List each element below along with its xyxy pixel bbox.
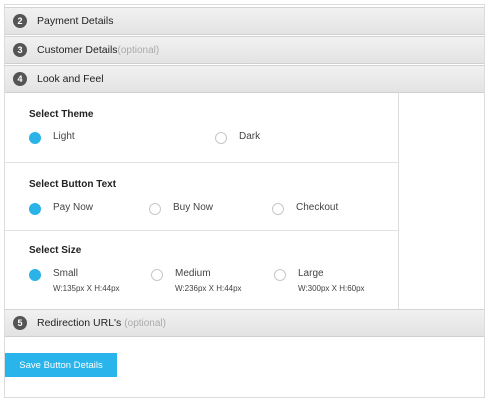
option-label: Large <box>298 268 324 279</box>
step-number-badge: 2 <box>13 14 27 28</box>
radio-icon[interactable] <box>29 269 41 281</box>
save-button-details-button[interactable]: Save Button Details <box>5 353 117 377</box>
theme-group: Select Theme Light Dark <box>5 91 399 163</box>
option-label: Small <box>53 268 79 279</box>
button-text-option-checkout[interactable]: Checkout <box>272 202 338 215</box>
group-title: Select Button Text <box>29 179 117 190</box>
section-redirection-urls[interactable]: 5 Redirection URL's (optional) <box>5 309 484 337</box>
section-title: Customer Details <box>37 44 118 56</box>
section-title: Redirection URL's <box>37 317 122 329</box>
button-text-option-pay-now[interactable]: Pay Now <box>29 202 93 215</box>
section-customer-details[interactable]: 3 Customer Details (optional) <box>5 36 484 64</box>
section-title: Look and Feel <box>37 73 104 85</box>
radio-icon[interactable] <box>151 269 163 281</box>
radio-icon[interactable] <box>215 132 227 144</box>
size-dimensions: W:135px X H:44px <box>53 284 120 293</box>
group-title: Select Theme <box>29 109 94 120</box>
option-label: Dark <box>239 131 261 142</box>
optional-label: (optional) <box>117 44 160 56</box>
option-label: Checkout <box>296 202 339 213</box>
theme-option-light[interactable]: Light <box>29 131 75 144</box>
section-look-and-feel[interactable]: 4 Look and Feel <box>5 65 484 93</box>
radio-icon[interactable] <box>272 203 284 215</box>
size-option-medium[interactable]: Medium W:236px X H:44px <box>151 268 242 293</box>
step-number-badge: 4 <box>13 72 27 86</box>
optional-label: (optional) <box>124 317 166 329</box>
section-payment-details[interactable]: 2 Payment Details <box>5 7 484 35</box>
size-group: Select Size Small W:135px X H:44px Mediu… <box>5 231 399 309</box>
look-options-column: Select Theme Light Dark Select Button Te… <box>5 91 399 309</box>
size-dimensions: W:300px X H:60px <box>298 284 365 293</box>
size-dimensions: W:236px X H:44px <box>175 284 242 293</box>
radio-icon[interactable] <box>274 269 286 281</box>
look-and-feel-body: Select Theme Light Dark Select Button Te… <box>5 91 484 309</box>
option-label: Light <box>53 131 75 142</box>
radio-icon[interactable] <box>29 132 41 144</box>
radio-icon[interactable] <box>149 203 161 215</box>
button-text-group: Select Button Text Pay Now Buy Now Check… <box>5 163 399 231</box>
size-option-large[interactable]: Large W:300px X H:60px <box>274 268 365 293</box>
step-number-badge: 5 <box>13 316 27 330</box>
step-number-badge: 3 <box>13 43 27 57</box>
theme-option-dark[interactable]: Dark <box>215 131 260 144</box>
option-label: Pay Now <box>53 202 94 213</box>
option-label: Medium <box>175 268 211 279</box>
size-option-small[interactable]: Small W:135px X H:44px <box>29 268 120 293</box>
button-text-option-buy-now[interactable]: Buy Now <box>149 202 213 215</box>
section-title: Payment Details <box>37 15 114 27</box>
option-label: Buy Now <box>173 202 214 213</box>
radio-icon[interactable] <box>29 203 41 215</box>
group-title: Select Size <box>29 245 82 256</box>
button-builder-panel: 2 Payment Details 3 Customer Details (op… <box>4 4 485 398</box>
